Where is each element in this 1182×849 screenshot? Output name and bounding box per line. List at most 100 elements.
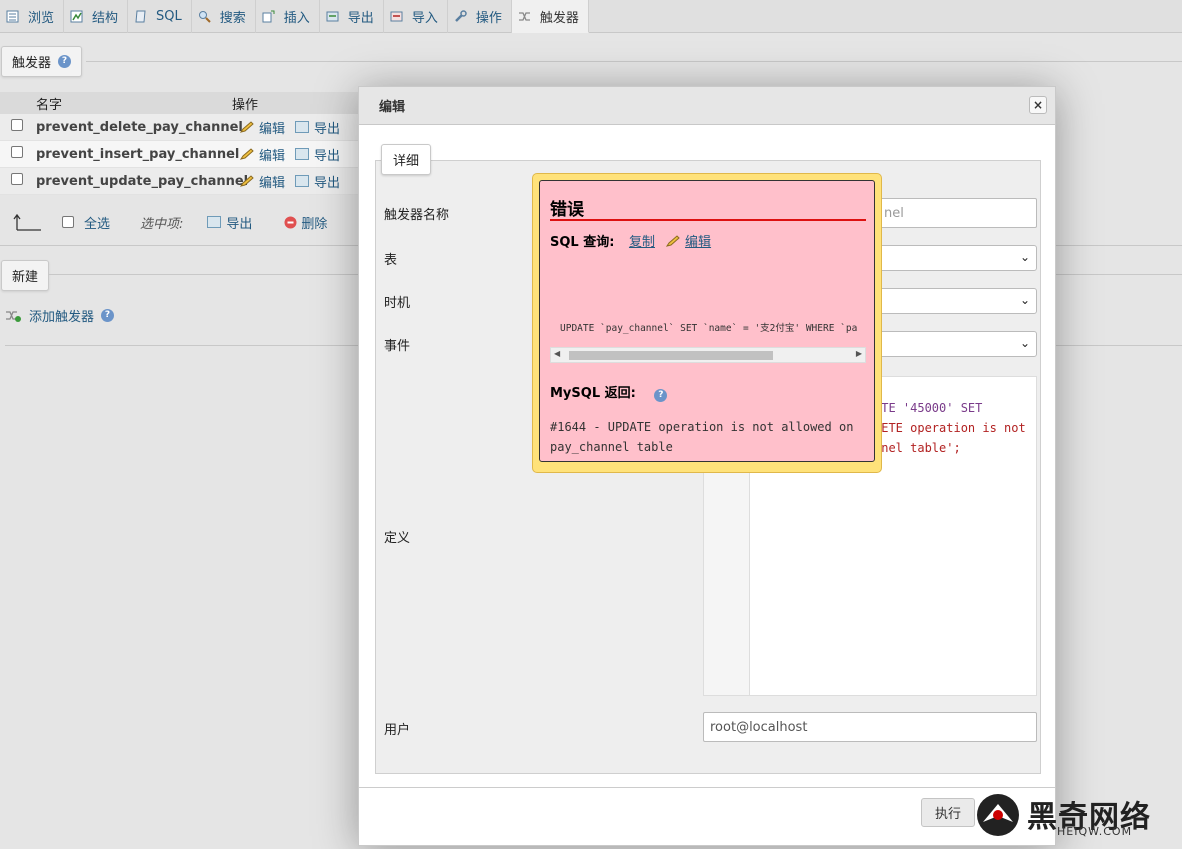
sql-query-label: SQL 查询: xyxy=(550,235,615,250)
tab-insert[interactable]: 插入 xyxy=(256,0,320,33)
delete-icon xyxy=(284,216,297,228)
code-line: nnel table'; xyxy=(874,441,961,455)
select-all-checkbox[interactable] xyxy=(62,216,74,228)
bulk-export-button[interactable]: 导出 xyxy=(207,213,252,232)
horizontal-scrollbar[interactable]: ◀ ▶ xyxy=(550,347,866,363)
add-trigger-icon xyxy=(6,310,21,322)
divider xyxy=(359,787,1055,788)
mysql-return-label: MySQL 返回: xyxy=(550,386,636,401)
mysql-return-row: MySQL 返回: ? xyxy=(550,382,668,402)
event-label: 事件 xyxy=(384,339,411,354)
edit-link[interactable]: 编辑 xyxy=(240,145,285,164)
export-icon xyxy=(295,148,310,160)
tab-operations[interactable]: 操作 xyxy=(448,0,512,33)
dialog-title: 编辑 xyxy=(379,100,406,115)
tab-export[interactable]: 导出 xyxy=(320,0,384,33)
section-title: 触发器 xyxy=(12,56,52,71)
select-all-label[interactable]: 全选 xyxy=(84,213,110,232)
edit-label: 编辑 xyxy=(259,121,286,137)
help-icon[interactable]: ? xyxy=(101,309,115,322)
with-selected-label: 选中项: xyxy=(140,216,184,232)
triggers-section-header: 触发器 ? xyxy=(1,46,83,77)
chevron-down-icon: ⌄ xyxy=(1019,336,1030,350)
row-checkbox[interactable] xyxy=(11,173,23,185)
export-link[interactable]: 导出 xyxy=(295,172,340,191)
help-icon[interactable]: ? xyxy=(58,55,72,68)
column-header-name[interactable]: 名字 xyxy=(36,94,232,113)
sql-query-text: UPDATE `pay_channel` SET `name` = '支2付宝'… xyxy=(560,323,858,334)
tab-structure[interactable]: 结构 xyxy=(64,0,129,33)
table-label: 表 xyxy=(384,253,398,268)
search-icon xyxy=(198,11,211,23)
tab-label: 搜索 xyxy=(219,11,246,26)
export-icon xyxy=(326,11,339,22)
add-trigger-label: 添加触发器 xyxy=(29,310,95,325)
export-link[interactable]: 导出 xyxy=(295,118,340,137)
user-input[interactable]: root@localhost xyxy=(703,712,1037,742)
tab-label: 操作 xyxy=(475,11,502,26)
details-legend: 详细 xyxy=(381,144,431,175)
insert-icon xyxy=(262,10,275,23)
tab-label: 浏览 xyxy=(28,11,55,26)
export-label: 导出 xyxy=(314,121,341,137)
section-title: 新建 xyxy=(12,270,39,285)
table-row: prevent_insert_pay_channel 编辑 导出 xyxy=(0,141,358,168)
scrollbar-thumb[interactable] xyxy=(569,351,773,360)
row-checkbox[interactable] xyxy=(11,146,23,158)
scroll-left-icon[interactable]: ◀ xyxy=(554,349,560,358)
row-checkbox[interactable] xyxy=(11,119,23,131)
table-header: 名字 操作 xyxy=(0,92,358,114)
tab-import[interactable]: 导入 xyxy=(384,0,448,33)
close-icon[interactable]: × xyxy=(1029,96,1047,114)
user-value: root@localhost xyxy=(710,719,808,735)
tab-triggers[interactable]: 触发器 xyxy=(511,0,589,33)
edit-link[interactable]: 编辑 xyxy=(240,172,285,191)
pencil-icon xyxy=(240,148,254,160)
watermark: 黑奇网络 HEIQW.COM xyxy=(975,790,1175,845)
add-trigger-link[interactable]: 添加触发器 ? xyxy=(5,306,115,325)
table-row: prevent_delete_pay_channel 编辑 导出 xyxy=(0,114,358,141)
tab-label: 插入 xyxy=(283,11,310,26)
copy-link[interactable]: 复制 xyxy=(629,235,655,250)
bulk-delete-label: 删除 xyxy=(301,216,328,232)
error-box: 错误 SQL 查询: 复制 编辑 UPDATE `pay_channel` SE… xyxy=(539,180,875,462)
error-popup: 错误 SQL 查询: 复制 编辑 UPDATE `pay_channel` SE… xyxy=(532,173,882,473)
trigger-name: prevent_update_pay_channel xyxy=(36,173,249,189)
export-icon xyxy=(295,121,310,133)
export-link[interactable]: 导出 xyxy=(295,145,340,164)
trigger-icon xyxy=(518,11,530,21)
edit-label: 编辑 xyxy=(259,175,286,191)
trigger-name: prevent_delete_pay_channel xyxy=(36,119,243,135)
edit-link[interactable]: 编辑 xyxy=(685,235,711,250)
tab-label: 导出 xyxy=(347,11,374,26)
error-title: 错误 xyxy=(550,200,584,220)
watermark-logo-icon xyxy=(977,794,1019,836)
pencil-icon xyxy=(665,235,680,247)
trigger-name: prevent_insert_pay_channel xyxy=(36,146,240,162)
bulk-export-label: 导出 xyxy=(226,216,253,232)
bulk-delete-button[interactable]: 删除 xyxy=(284,213,327,232)
tab-sql[interactable]: SQL xyxy=(128,0,192,33)
trigger-name-label: 触发器名称 xyxy=(384,208,450,223)
code-line: LETE operation is not xyxy=(874,421,1026,435)
edit-label: 编辑 xyxy=(259,148,286,164)
pencil-icon xyxy=(240,175,254,187)
structure-icon xyxy=(70,10,83,23)
scroll-right-icon[interactable]: ▶ xyxy=(856,349,862,358)
error-message: #1644 - UPDATE operation is not allowed … xyxy=(550,420,854,454)
tab-browse[interactable]: 浏览 xyxy=(0,0,65,33)
timing-label: 时机 xyxy=(384,296,411,311)
arrow-up-left-icon xyxy=(13,213,41,231)
bulk-actions-bar: 全选 选中项: 导出 删除 xyxy=(12,212,327,232)
tab-search[interactable]: 搜索 xyxy=(192,0,256,33)
chevron-down-icon: ⌄ xyxy=(1019,250,1030,264)
trigger-name-value: nel xyxy=(884,205,904,221)
sql-icon xyxy=(135,10,146,23)
help-icon[interactable]: ? xyxy=(654,389,668,402)
edit-link[interactable]: 编辑 xyxy=(240,118,285,137)
new-section-header: 新建 xyxy=(1,260,50,291)
dialog-titlebar[interactable]: 编辑 × xyxy=(359,87,1055,125)
execute-button[interactable]: 执行 xyxy=(921,798,975,827)
pencil-icon xyxy=(240,121,254,133)
divider xyxy=(86,61,1182,62)
